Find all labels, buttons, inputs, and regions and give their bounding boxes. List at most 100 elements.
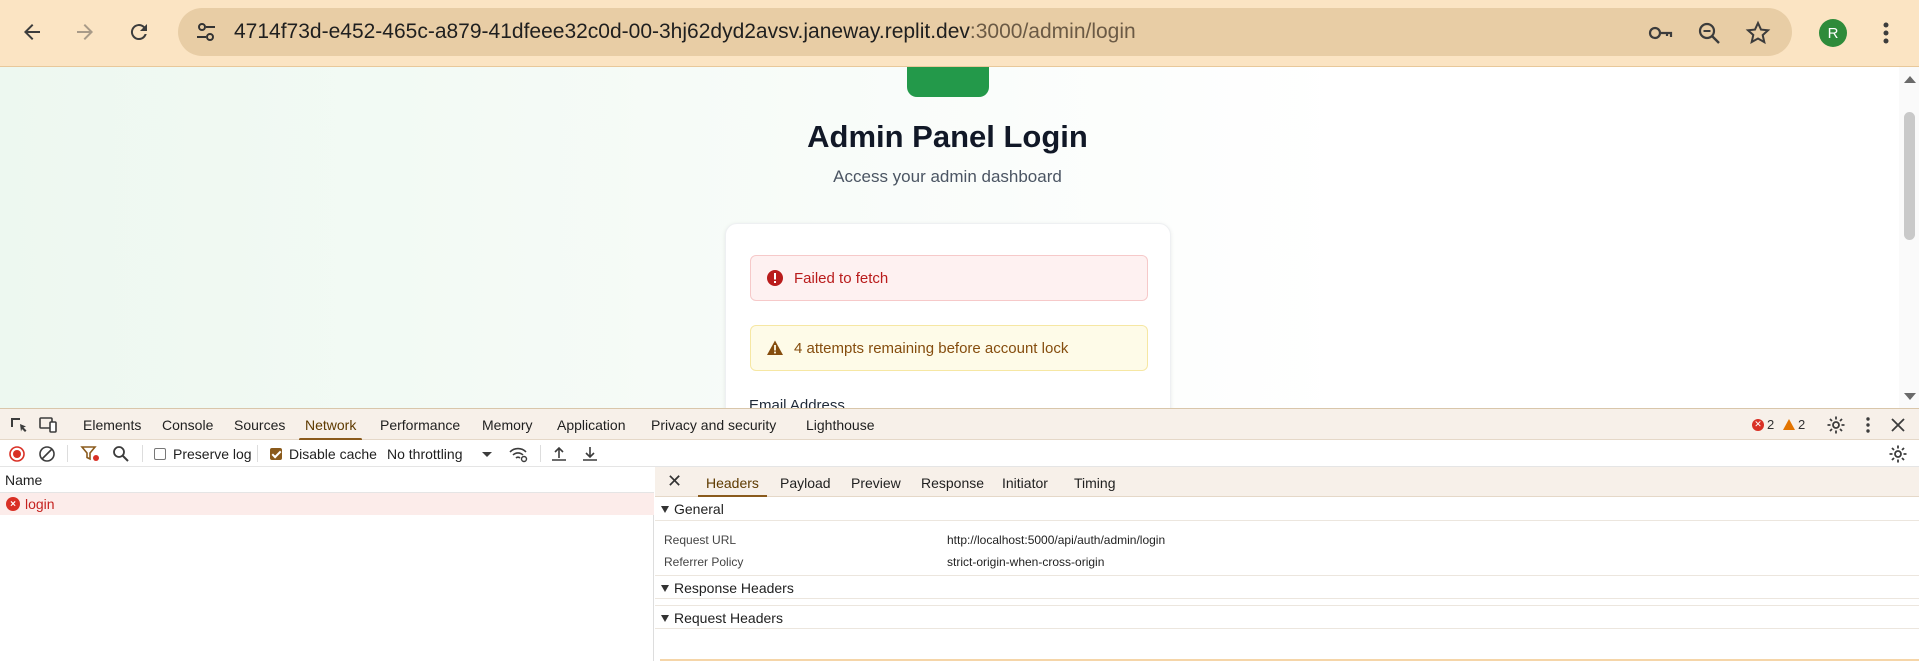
- tab-memory[interactable]: Memory: [482, 417, 533, 433]
- tab-privacy-security[interactable]: Privacy and security: [651, 417, 776, 433]
- filter-icon[interactable]: [80, 444, 100, 464]
- request-detail-pane: ✕ Headers Payload Preview Response Initi…: [655, 467, 1919, 661]
- page-subtitle: Access your admin dashboard: [833, 167, 1062, 186]
- tab-preview[interactable]: Preview: [851, 475, 901, 491]
- throttling-value: No throttling: [387, 446, 463, 462]
- url-path: :3000/admin/login: [969, 20, 1136, 43]
- warning-triangle-small-icon: [1783, 419, 1795, 430]
- table-row[interactable]: × login: [0, 493, 654, 515]
- triangle-down-icon: [661, 615, 669, 622]
- device-toolbar-icon[interactable]: [38, 415, 58, 435]
- error-count-badge[interactable]: ✕ 2: [1752, 417, 1774, 432]
- site-settings-icon[interactable]: [194, 20, 218, 44]
- devtools-panel: Elements Console Sources Network Perform…: [0, 408, 1919, 661]
- chevron-down-icon: [482, 451, 493, 457]
- general-section-header[interactable]: General: [655, 497, 1919, 521]
- referrer-policy-value: strict-origin-when-cross-origin: [947, 555, 1105, 569]
- login-card: Failed to fetch 4 attempts remaining bef…: [725, 223, 1171, 408]
- tab-initiator[interactable]: Initiator: [1002, 475, 1048, 491]
- email-field-label: Email Address: [749, 397, 845, 408]
- tab-headers[interactable]: Headers: [698, 475, 767, 498]
- toolbar-divider: [67, 445, 68, 462]
- import-har-icon[interactable]: [549, 444, 569, 464]
- warning-message: 4 attempts remaining before account lock: [794, 339, 1069, 357]
- password-key-icon[interactable]: [1647, 20, 1673, 46]
- app-logo: [907, 67, 989, 97]
- general-label: General: [674, 501, 724, 517]
- checkbox-checked[interactable]: [270, 448, 282, 460]
- disable-cache-label: Disable cache: [289, 446, 377, 462]
- throttling-select[interactable]: No throttling: [387, 446, 493, 462]
- preserve-log-checkbox[interactable]: Preserve log: [154, 446, 252, 462]
- toolbar-divider: [257, 445, 258, 462]
- search-icon[interactable]: [111, 444, 131, 464]
- reload-button[interactable]: [121, 14, 157, 50]
- browser-menu-icon[interactable]: [1876, 18, 1896, 48]
- browser-toolbar: 4714f73d-e452-465c-a879-41dfeee32c0d-00-…: [0, 0, 1919, 67]
- close-devtools-icon[interactable]: [1888, 415, 1908, 435]
- triangle-down-icon: [661, 585, 669, 592]
- record-stop-icon[interactable]: [7, 444, 27, 464]
- warning-alert: 4 attempts remaining before account lock: [750, 325, 1148, 371]
- network-settings-icon[interactable]: [1888, 444, 1908, 464]
- reload-icon: [130, 24, 147, 41]
- arrow-left-icon: [24, 24, 40, 40]
- settings-gear-icon[interactable]: [1826, 415, 1846, 435]
- page-viewport: Admin Panel Login Access your admin dash…: [0, 67, 1919, 408]
- profile-avatar[interactable]: R: [1819, 19, 1847, 47]
- disable-cache-checkbox[interactable]: Disable cache: [270, 446, 377, 462]
- error-count: 2: [1767, 417, 1775, 432]
- tab-network[interactable]: Network: [298, 417, 363, 441]
- scroll-up-arrow[interactable]: [1904, 76, 1916, 83]
- warning-triangle-icon: [767, 340, 783, 355]
- request-headers-label: Request Headers: [674, 610, 783, 626]
- detail-tab-bar: ✕ Headers Payload Preview Response Initi…: [655, 467, 1919, 498]
- clear-icon[interactable]: [37, 444, 57, 464]
- response-headers-section-header[interactable]: Response Headers: [655, 575, 1919, 599]
- request-url-key: Request URL: [664, 533, 737, 547]
- request-list: Name × login: [0, 467, 654, 661]
- tab-performance[interactable]: Performance: [380, 417, 460, 433]
- devtools-tab-bar: Elements Console Sources Network Perform…: [0, 409, 1919, 441]
- tab-application[interactable]: Application: [557, 417, 626, 433]
- scroll-down-arrow[interactable]: [1904, 393, 1916, 400]
- forward-button[interactable]: [67, 14, 103, 50]
- back-button[interactable]: [14, 14, 50, 50]
- warning-count-badge[interactable]: 2: [1783, 417, 1805, 432]
- page-scrollbar[interactable]: [1899, 67, 1919, 408]
- error-alert: Failed to fetch: [750, 255, 1148, 301]
- tab-payload[interactable]: Payload: [780, 475, 831, 491]
- address-bar[interactable]: 4714f73d-e452-465c-a879-41dfeee32c0d-00-…: [178, 8, 1792, 56]
- checkbox-unchecked[interactable]: [154, 448, 166, 460]
- url-text[interactable]: 4714f73d-e452-465c-a879-41dfeee32c0d-00-…: [234, 20, 1136, 44]
- error-dot-icon: ✕: [1752, 418, 1764, 431]
- tab-sources[interactable]: Sources: [234, 417, 285, 433]
- scrollbar-thumb[interactable]: [1904, 112, 1915, 240]
- tab-lighthouse[interactable]: Lighthouse: [806, 417, 875, 433]
- tab-elements[interactable]: Elements: [83, 417, 141, 433]
- name-column-header[interactable]: Name: [0, 467, 654, 493]
- tab-timing[interactable]: Timing: [1074, 475, 1116, 491]
- triangle-down-icon: [661, 506, 669, 513]
- page-title: Admin Panel Login: [807, 119, 1088, 154]
- error-circle-icon: [767, 270, 783, 286]
- tab-console[interactable]: Console: [162, 417, 213, 433]
- inspect-element-icon[interactable]: [8, 415, 28, 435]
- export-har-icon[interactable]: [580, 444, 600, 464]
- failed-request-icon: ×: [6, 497, 20, 511]
- warning-count: 2: [1798, 417, 1806, 432]
- network-toolbar: Preserve log Disable cache No throttling: [0, 440, 1919, 467]
- zoom-icon[interactable]: [1696, 20, 1722, 46]
- tab-response[interactable]: Response: [921, 475, 984, 491]
- error-message: Failed to fetch: [794, 269, 889, 287]
- url-host: 4714f73d-e452-465c-a879-41dfeee32c0d-00-…: [234, 20, 970, 43]
- close-detail-icon[interactable]: ✕: [667, 471, 682, 492]
- request-name: login: [25, 496, 55, 512]
- request-headers-section-header[interactable]: Request Headers: [655, 605, 1919, 629]
- network-conditions-icon[interactable]: [508, 444, 528, 464]
- toolbar-divider: [540, 445, 541, 462]
- bookmark-star-icon[interactable]: [1745, 20, 1771, 46]
- toolbar-divider: [142, 445, 143, 462]
- devtools-more-icon[interactable]: [1858, 415, 1878, 435]
- preserve-log-label: Preserve log: [173, 446, 252, 462]
